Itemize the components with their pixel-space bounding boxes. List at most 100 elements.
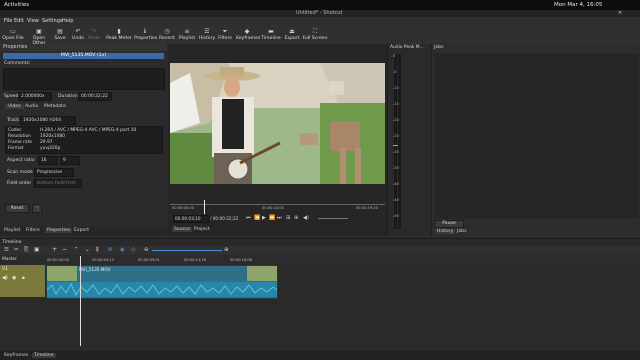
snap-icon[interactable]: ⋒: [108, 247, 113, 253]
tab-audio[interactable]: Audio: [25, 104, 38, 109]
track-name: V1: [2, 267, 9, 272]
speed-input[interactable]: 2.000000x: [18, 92, 52, 101]
properties-header: Properties: [0, 44, 167, 51]
tab-timeline[interactable]: Timeline: [32, 353, 56, 358]
pause-jobs-button[interactable]: Pause: [434, 220, 464, 228]
clip-thumbnail-end: [247, 266, 277, 281]
skip-end-icon[interactable]: ⏭: [277, 215, 282, 221]
menu-settings[interactable]: Settings: [42, 18, 63, 24]
timeline-button[interactable]: ▬ Timeline: [261, 26, 281, 44]
zoom-icon[interactable]: ⊕: [294, 215, 298, 221]
properties-button[interactable]: ℹ Properties: [134, 26, 157, 44]
tab-keyframes[interactable]: Keyframes: [4, 353, 28, 358]
append-icon[interactable]: +: [52, 246, 57, 253]
tab-jobs[interactable]: Jobs: [457, 229, 466, 234]
recent-button[interactable]: ◷ Recent: [158, 26, 176, 44]
cut-icon[interactable]: ✂: [14, 247, 19, 253]
save-button[interactable]: ▤ Save: [54, 26, 66, 44]
undo-button[interactable]: ↶ Undo: [71, 26, 85, 44]
meter-scale-label: -5: [393, 70, 397, 74]
remove-icon[interactable]: −: [62, 246, 67, 253]
zoom-out-icon[interactable]: ⊖: [144, 247, 149, 253]
meter-peak-marker: [393, 145, 398, 146]
export-button[interactable]: ⏏ Export: [284, 26, 300, 44]
player-scrub-bar[interactable]: 00:00:00;00 00:00:10;00 00:00:19;20: [170, 200, 385, 214]
track-select[interactable]: 1920x1080 H264: [20, 116, 76, 125]
tab-export[interactable]: Export: [74, 228, 89, 233]
lift-icon[interactable]: ⌃: [74, 247, 79, 253]
grid-icon[interactable]: ⊞: [286, 215, 290, 221]
paste-icon[interactable]: ▣: [34, 247, 39, 253]
in-out-line: [318, 218, 348, 219]
timeline-header: Timeline: [2, 240, 22, 245]
peak-meter-button[interactable]: ▮ Peak Meter: [104, 26, 134, 44]
scrub-icon[interactable]: ◉: [120, 247, 125, 253]
tab-filters[interactable]: Filters: [26, 228, 40, 233]
tab-metadata[interactable]: Metadata: [44, 104, 66, 109]
redo-button[interactable]: ↷ Redo: [88, 26, 100, 44]
clip-label: MVI_5135.MOV: [79, 267, 111, 272]
menu-view[interactable]: View: [27, 18, 39, 24]
timeline-playhead[interactable]: [80, 256, 81, 346]
menu-icon[interactable]: ☰: [4, 247, 9, 253]
tab-source[interactable]: Source: [172, 227, 192, 232]
track-label: Track: [7, 118, 20, 123]
jobs-list[interactable]: [434, 53, 639, 219]
open-file-button[interactable]: ▭ Open File: [2, 26, 24, 44]
menu-help[interactable]: Help: [62, 18, 73, 24]
player-transport: 00:00:03;10 / 00:00:22;22 ⏮ ⏪ ▶ ⏩ ⏭ ⊞ ⊕ …: [170, 215, 385, 223]
timeline-ruler[interactable]: 00:00:00;00 00:00:04;13 00:00:09;01 00:0…: [46, 256, 640, 264]
activities-button[interactable]: Activities: [4, 2, 29, 8]
aspect-height-input[interactable]: 9: [60, 156, 80, 165]
close-window-icon[interactable]: ✕: [618, 10, 622, 16]
hide-icon[interactable]: ◉: [12, 275, 16, 281]
tab-playlist[interactable]: Playlist: [4, 228, 20, 233]
comments-field[interactable]: [3, 68, 165, 90]
system-clock[interactable]: Mon Mar 4, 16:05: [554, 2, 602, 8]
menu-icon: ⋮: [34, 206, 40, 211]
tab-project[interactable]: Project: [194, 227, 210, 232]
zoom-in-icon[interactable]: ⊕: [224, 247, 229, 253]
keyframes-icon: ◆: [244, 28, 250, 35]
meter-scale-label: -10: [393, 86, 399, 90]
mute-icon[interactable]: ◀): [2, 275, 8, 281]
video-preview[interactable]: [170, 63, 385, 184]
play-icon[interactable]: ▶: [262, 215, 266, 221]
lock-icon[interactable]: 🔒︎: [22, 275, 25, 281]
zoom-slider[interactable]: [152, 250, 222, 251]
duration-input[interactable]: 00:00:22;22: [78, 92, 112, 101]
fast-forward-icon[interactable]: ⏩: [269, 215, 275, 221]
reset-button[interactable]: Reset: [5, 204, 29, 213]
reset-menu-button[interactable]: ⋮: [32, 204, 42, 213]
overwrite-icon[interactable]: ⌄: [85, 247, 90, 253]
aspect-width-input[interactable]: 16: [38, 156, 58, 165]
tab-video[interactable]: Video: [5, 104, 24, 109]
history-icon: ☰: [204, 28, 210, 35]
media-info-list[interactable]: Codec H.264 / AVC / MPEG-4 AVC / MPEG-4 p…: [5, 126, 163, 154]
total-duration: / 00:00:22;22: [210, 216, 239, 221]
history-button[interactable]: ☰ History: [198, 26, 216, 44]
scan-mode-select[interactable]: Progressive: [34, 168, 74, 177]
tab-properties[interactable]: Properties: [45, 228, 73, 233]
skip-start-icon[interactable]: ⏮: [246, 215, 251, 221]
menu-edit[interactable]: Edit: [14, 18, 24, 24]
full-screen-button[interactable]: ⛶ Full Screen: [302, 26, 328, 44]
info-row: Format yuvj420p: [8, 146, 61, 151]
copy-icon[interactable]: ⎘: [24, 247, 28, 254]
filters-button[interactable]: ⏷ Filters: [217, 26, 233, 44]
current-time-input[interactable]: 00:00:03;10: [173, 215, 210, 223]
playlist-button[interactable]: ≡ Playlist: [178, 26, 196, 44]
tab-history[interactable]: History: [435, 229, 456, 234]
player-playhead[interactable]: [204, 200, 205, 214]
volume-icon[interactable]: ◀): [303, 215, 309, 221]
ruler-label: 00:00:19;20: [356, 206, 378, 210]
track-header-v1[interactable]: V1 ◀) ◉ 🔒︎: [0, 265, 45, 297]
split-icon[interactable]: ⫼: [96, 247, 99, 254]
rewind-icon[interactable]: ⏪: [254, 215, 260, 221]
field-order-select[interactable]: Bottom Field First: [34, 179, 82, 188]
menu-file[interactable]: File: [4, 18, 12, 24]
keyframes-button[interactable]: ◆ Keyframes: [236, 26, 260, 44]
meter-scale-label: -30: [393, 150, 399, 154]
ripple-icon[interactable]: ◎: [131, 247, 136, 253]
open-other-button[interactable]: ▣Open Other: [26, 26, 52, 46]
